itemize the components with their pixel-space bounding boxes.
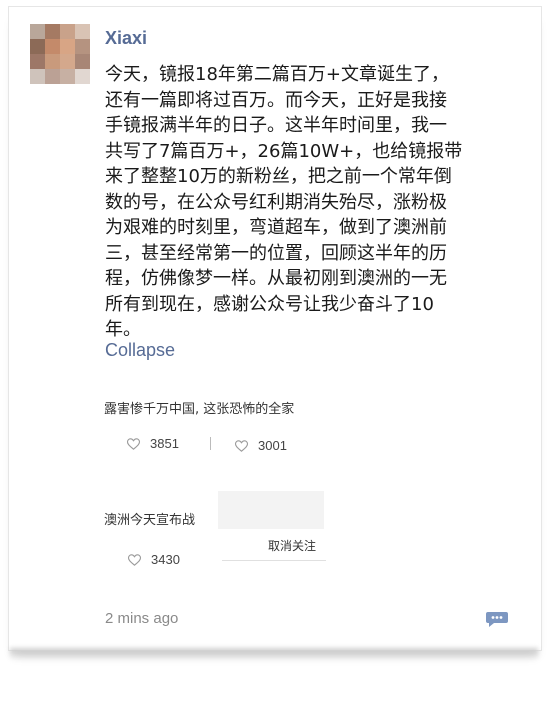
like-count[interactable]: 3001	[234, 438, 287, 453]
like-count[interactable]: 3430	[127, 552, 180, 567]
card-shadow	[10, 648, 538, 660]
like-count[interactable]: 3851	[126, 436, 179, 451]
like-count-value: 3430	[151, 552, 180, 567]
like-count-value: 3851	[150, 436, 179, 451]
post-text: 今天，镜报18年第二篇百万+文章诞生了， 还有一篇即将过百万。而今天，正好是我接…	[105, 62, 525, 343]
post-text-line: 数的号，在公众号红利期消失殆尽，涨粉极	[105, 191, 447, 213]
post-text-line: 为艰难的时刻里，弯道超车，做到了澳洲前	[105, 217, 447, 238]
divider	[210, 437, 211, 450]
post-text-line: 还有一篇即将过百万。而今天，正好是我接	[105, 89, 447, 111]
heart-outline-icon	[127, 553, 142, 566]
embed-title: 澳洲今天宣布战	[104, 513, 196, 528]
post-text-line: 来了整整10万的新粉丝，把之前一个常年倒	[105, 166, 452, 187]
username[interactable]: Xiaxi	[105, 28, 147, 49]
heart-outline-icon	[234, 439, 249, 452]
avatar[interactable]	[30, 24, 90, 84]
unfollow-label[interactable]: 取消关注	[268, 537, 316, 554]
divider	[222, 560, 326, 561]
post-text-line: 手镜报满半年的日子。这半年时间里，我一	[105, 115, 447, 136]
timestamp: 2 mins ago	[105, 610, 179, 627]
post-text-line: 共写了7篇百万+，26篇10W+，也给镜报带	[105, 140, 463, 162]
post-text-line: 今天，镜报18年第二篇百万+文章诞生了，	[105, 64, 449, 85]
post-text-line: 所有到现在，感谢公众号让我少奋斗了10	[105, 293, 434, 315]
comment-bubble-icon[interactable]	[485, 611, 509, 627]
screenshot-frame: Xiaxi 今天，镜报18年第二篇百万+文章诞生了， 还有一篇即将过百万。而今天…	[0, 0, 554, 714]
heart-outline-icon	[126, 437, 141, 450]
post-text-line: 程，仿佛像梦一样。从最初刚到澳洲的一无	[105, 268, 447, 289]
post-text-line: 年。	[105, 319, 141, 340]
like-count-value: 3001	[258, 438, 287, 453]
collapse-link[interactable]: Collapse	[105, 340, 175, 361]
faded-panel	[218, 491, 324, 529]
post-text-line: 三，甚至经常第一的位置，回顾这半年的历	[105, 242, 447, 264]
embed-title: 露害惨千万中国, 这张恐怖的全家	[104, 402, 295, 417]
